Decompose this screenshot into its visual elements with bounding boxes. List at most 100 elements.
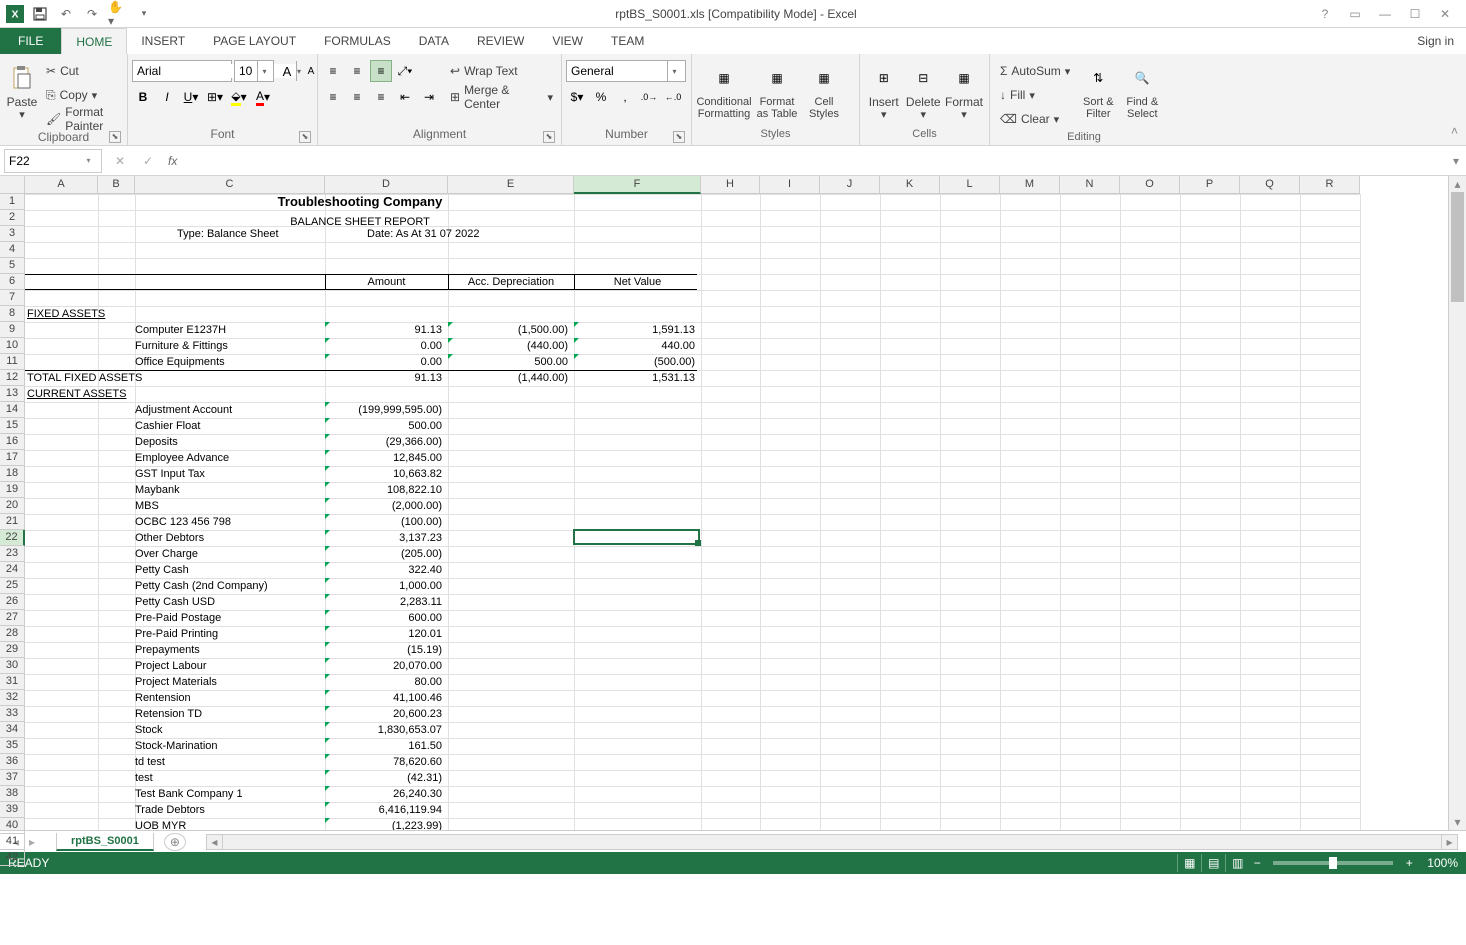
paste-button[interactable]: Paste▾ bbox=[4, 60, 40, 123]
cell-B35[interactable]: Stock-Marination bbox=[133, 738, 220, 754]
conditional-formatting-button[interactable]: ▦Conditional Formatting bbox=[696, 60, 752, 122]
row-header-35[interactable]: 35 bbox=[0, 738, 25, 754]
underline-button[interactable]: U▾ bbox=[180, 86, 202, 108]
merge-center-button[interactable]: ⊞Merge & Center ▾ bbox=[446, 86, 557, 108]
tab-formulas[interactable]: FORMULAS bbox=[310, 28, 405, 54]
format-as-table-button[interactable]: ▦Format as Table bbox=[752, 60, 802, 122]
cell-C3[interactable]: Type: Balance Sheet bbox=[175, 226, 281, 242]
row-header-41[interactable]: 41 bbox=[0, 834, 25, 850]
insert-cells-button[interactable]: ⊞Insert▾ bbox=[864, 60, 904, 123]
cell-D37[interactable]: (42.31) bbox=[325, 770, 444, 786]
cell-B39[interactable]: Trade Debtors bbox=[133, 802, 207, 818]
row-header-11[interactable]: 11 bbox=[0, 354, 25, 370]
cell-D24[interactable]: 322.40 bbox=[325, 562, 444, 578]
align-middle-icon[interactable]: ≡ bbox=[346, 60, 368, 82]
cell-D25[interactable]: 1,000.00 bbox=[325, 578, 444, 594]
borders-button[interactable]: ⊞▾ bbox=[204, 86, 226, 108]
fill-button[interactable]: ↓Fill ▾ bbox=[996, 84, 1074, 106]
autosum-button[interactable]: ΣAutoSum ▾ bbox=[996, 60, 1074, 82]
zoom-thumb[interactable] bbox=[1329, 857, 1337, 869]
chevron-down-icon[interactable]: ▾ bbox=[257, 61, 271, 81]
column-header-H[interactable]: H bbox=[701, 176, 760, 194]
wrap-text-button[interactable]: ↩Wrap Text bbox=[446, 60, 557, 82]
close-icon[interactable]: ✕ bbox=[1432, 4, 1458, 24]
report-subtitle[interactable]: BALANCE SHEET REPORT bbox=[25, 214, 695, 230]
cell-D18[interactable]: 10,663.82 bbox=[325, 466, 444, 482]
cell-E10[interactable]: (440.00) bbox=[448, 338, 570, 354]
cell-B26[interactable]: Petty Cash USD bbox=[133, 594, 217, 610]
align-center-icon[interactable]: ≡ bbox=[346, 86, 368, 108]
cell-D9[interactable]: 91.13 bbox=[325, 322, 444, 338]
cell-D6[interactable]: Amount bbox=[325, 274, 448, 290]
spreadsheet-grid[interactable]: ABCDEFHIJKLMNOPQR 1234567891011121314151… bbox=[0, 176, 1466, 830]
zoom-in-button[interactable]: + bbox=[1401, 856, 1417, 870]
align-right-icon[interactable]: ≡ bbox=[370, 86, 392, 108]
column-header-E[interactable]: E bbox=[448, 176, 574, 194]
cell-B23[interactable]: Over Charge bbox=[133, 546, 200, 562]
cell-B32[interactable]: Rentension bbox=[133, 690, 193, 706]
cell-D35[interactable]: 161.50 bbox=[325, 738, 444, 754]
cell-D16[interactable]: (29,366.00) bbox=[325, 434, 444, 450]
font-color-button[interactable]: A▾ bbox=[252, 86, 274, 108]
number-launcher-icon[interactable]: ⬊ bbox=[673, 131, 685, 143]
chevron-down-icon[interactable]: ▾ bbox=[667, 61, 681, 81]
fill-color-button[interactable]: ⬙▾ bbox=[228, 86, 250, 108]
minimize-icon[interactable]: — bbox=[1372, 4, 1398, 24]
delete-cells-button[interactable]: ⊟Delete▾ bbox=[904, 60, 944, 123]
normal-view-icon[interactable]: ▦ bbox=[1177, 854, 1201, 872]
increase-font-icon[interactable]: A bbox=[276, 60, 298, 82]
cell-D34[interactable]: 1,830,653.07 bbox=[325, 722, 444, 738]
tab-file[interactable]: FILE bbox=[0, 28, 61, 54]
cell-D11[interactable]: 0.00 bbox=[325, 354, 444, 370]
sheet-nav-next-icon[interactable]: ▸ bbox=[24, 833, 40, 851]
sheet-tab-active[interactable]: rptBS_S0001 bbox=[56, 833, 154, 851]
cell-B22[interactable]: Other Debtors bbox=[133, 530, 206, 546]
row-header-5[interactable]: 5 bbox=[0, 258, 25, 274]
formula-input[interactable] bbox=[183, 149, 1446, 173]
row-header-25[interactable]: 25 bbox=[0, 578, 25, 594]
tab-review[interactable]: REVIEW bbox=[463, 28, 538, 54]
row-header-1[interactable]: 1 bbox=[0, 194, 25, 210]
row-header-32[interactable]: 32 bbox=[0, 690, 25, 706]
row-header-19[interactable]: 19 bbox=[0, 482, 25, 498]
row-header-29[interactable]: 29 bbox=[0, 642, 25, 658]
cell-D23[interactable]: (205.00) bbox=[325, 546, 444, 562]
cell-D20[interactable]: (2,000.00) bbox=[325, 498, 444, 514]
increase-decimal-icon[interactable]: .0→ bbox=[638, 86, 660, 108]
save-icon[interactable] bbox=[30, 4, 50, 24]
cell-B15[interactable]: Cashier Float bbox=[133, 418, 202, 434]
cell-A13[interactable]: CURRENT ASSETS bbox=[25, 386, 128, 402]
row-header-39[interactable]: 39 bbox=[0, 802, 25, 818]
cell-B27[interactable]: Pre-Paid Postage bbox=[133, 610, 223, 626]
column-header-K[interactable]: K bbox=[880, 176, 940, 194]
clear-button[interactable]: ⌫Clear ▾ bbox=[996, 108, 1074, 130]
column-header-O[interactable]: O bbox=[1120, 176, 1180, 194]
row-header-14[interactable]: 14 bbox=[0, 402, 25, 418]
cell-B25[interactable]: Petty Cash (2nd Company) bbox=[133, 578, 270, 594]
decrease-decimal-icon[interactable]: ←.0 bbox=[662, 86, 684, 108]
sign-in-link[interactable]: Sign in bbox=[1405, 28, 1466, 54]
cell-D29[interactable]: (15.19) bbox=[325, 642, 444, 658]
column-header-Q[interactable]: Q bbox=[1240, 176, 1300, 194]
cell-D12[interactable]: 91.13 bbox=[325, 370, 444, 386]
percent-icon[interactable]: % bbox=[590, 86, 612, 108]
page-break-view-icon[interactable]: ▥ bbox=[1225, 854, 1249, 872]
column-header-B[interactable]: B bbox=[98, 176, 135, 194]
row-header-2[interactable]: 2 bbox=[0, 210, 25, 226]
orientation-icon[interactable]: ⤢▾ bbox=[394, 60, 416, 82]
zoom-out-button[interactable]: − bbox=[1249, 856, 1265, 870]
cell-B19[interactable]: Maybank bbox=[133, 482, 182, 498]
scroll-down-icon[interactable]: ▾ bbox=[1449, 814, 1466, 830]
row-header-20[interactable]: 20 bbox=[0, 498, 25, 514]
row-header-26[interactable]: 26 bbox=[0, 594, 25, 610]
increase-indent-icon[interactable]: ⇥ bbox=[418, 86, 440, 108]
cell-B21[interactable]: OCBC 123 456 798 bbox=[133, 514, 233, 530]
cell-D17[interactable]: 12,845.00 bbox=[325, 450, 444, 466]
cell-B29[interactable]: Prepayments bbox=[133, 642, 202, 658]
sort-filter-button[interactable]: ⇅Sort & Filter bbox=[1076, 60, 1120, 122]
cell-D3[interactable]: Date: As At 31 07 2022 bbox=[365, 226, 482, 242]
row-header-28[interactable]: 28 bbox=[0, 626, 25, 642]
scroll-up-icon[interactable]: ▴ bbox=[1449, 176, 1466, 192]
tab-view[interactable]: VIEW bbox=[538, 28, 597, 54]
cell-D15[interactable]: 500.00 bbox=[325, 418, 444, 434]
